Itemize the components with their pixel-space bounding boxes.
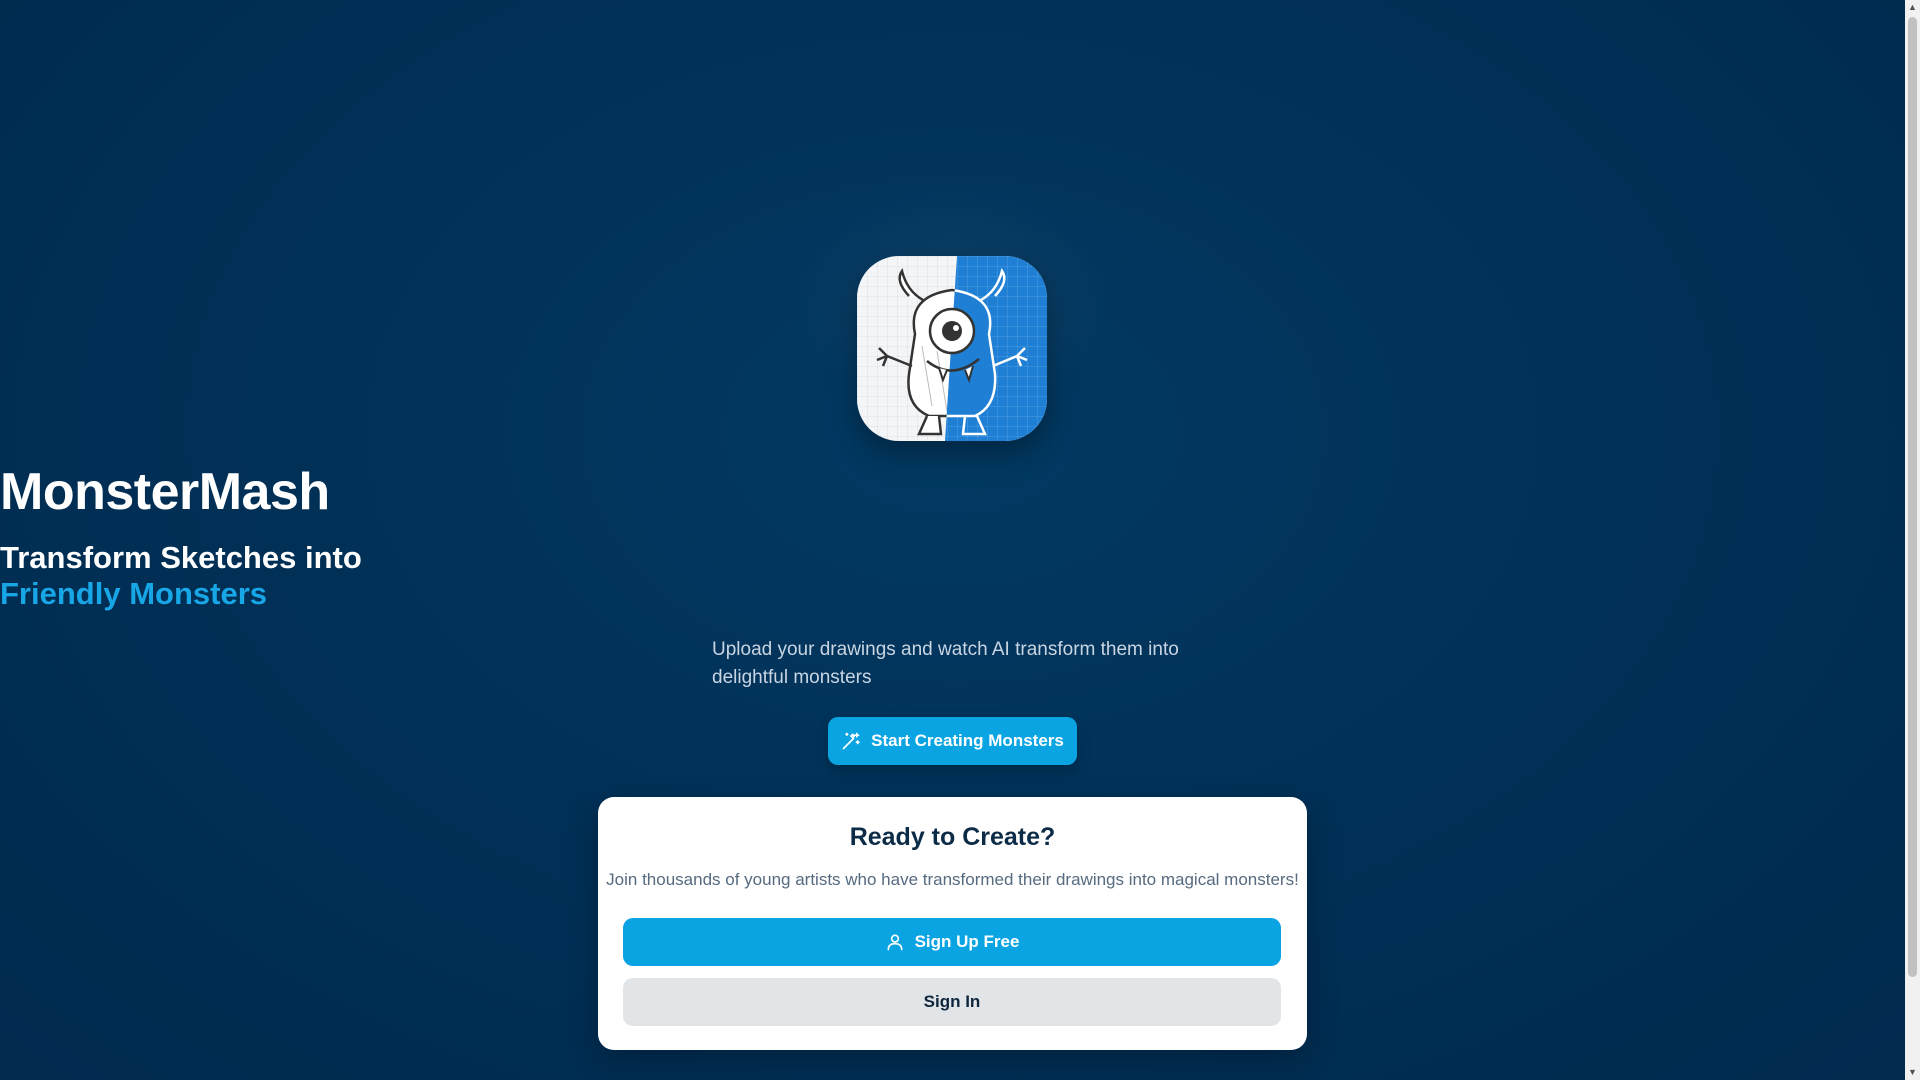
magic-wand-icon: [841, 731, 861, 751]
start-creating-button[interactable]: Start Creating Monsters: [828, 717, 1077, 765]
sign-in-button[interactable]: Sign In: [623, 978, 1281, 1026]
monster-sketch-logo-icon: [857, 256, 1047, 441]
card-title: Ready to Create?: [849, 823, 1056, 851]
tagline-line-2: Friendly Monsters: [0, 576, 267, 611]
signup-card: Ready to Create? Join thousands of young…: [598, 797, 1307, 1050]
sign-in-label: Sign In: [923, 992, 981, 1011]
start-creating-label: Start Creating Monsters: [871, 731, 1064, 750]
scrollbar-thumb[interactable]: [1908, 17, 1917, 977]
sign-up-button[interactable]: Sign Up Free: [623, 918, 1281, 966]
sign-up-label: Sign Up Free: [914, 932, 1020, 951]
app-title: MonsterMash: [0, 463, 330, 521]
page-viewport: MonsterMash Transform Sketches into Frie…: [0, 0, 1905, 1080]
card-description: Join thousands of young artists who have…: [606, 870, 1299, 889]
vertical-scrollbar[interactable]: ▲ ▼: [1905, 0, 1920, 1080]
tagline-line-1: Transform Sketches into: [0, 540, 362, 575]
hero-description: Upload your drawings and watch AI transf…: [712, 639, 1179, 688]
scroll-down-arrow-icon[interactable]: ▼: [1905, 1065, 1920, 1080]
user-icon: [885, 932, 905, 952]
scroll-up-arrow-icon[interactable]: ▲: [1905, 0, 1920, 15]
